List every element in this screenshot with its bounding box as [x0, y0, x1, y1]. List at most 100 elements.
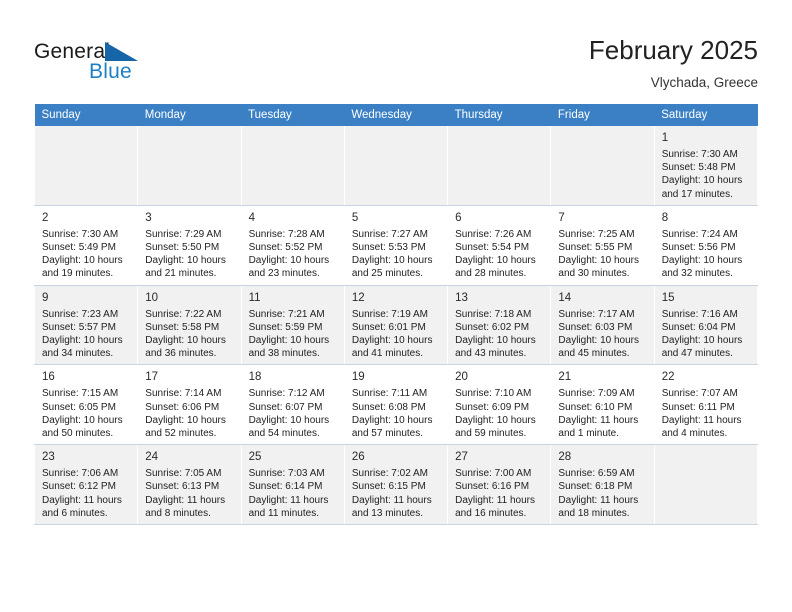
- sunset-text: Sunset: 6:12 PM: [42, 481, 116, 493]
- day-cell-content: [138, 126, 241, 205]
- daylight-text: Daylight: 10 hours and 19 minutes.: [42, 255, 123, 280]
- sunrise-text: Sunrise: 7:21 AM: [248, 308, 325, 320]
- sunrise-text: Sunrise: 7:02 AM: [351, 468, 428, 480]
- day-cell-content: [35, 126, 138, 205]
- weekday-header-monday: Monday: [137, 104, 242, 126]
- sunrise-text: Sunrise: 7:07 AM: [661, 388, 738, 400]
- calendar-day-cell[interactable]: 16 Sunrise: 7:15 AM Sunset: 6:05 PM Dayligh…: [33, 364, 139, 446]
- day-cell-content: 11 Sunrise: 7:21 AM Sunset: 5:59 PM Dayligh…: [241, 285, 344, 365]
- daylight-text: Daylight: 11 hours and 8 minutes.: [145, 494, 226, 519]
- day-number: 1: [661, 132, 669, 144]
- calendar-day-cell[interactable]: 5 Sunrise: 7:27 AM Sunset: 5:53 PM Daylight…: [343, 205, 449, 286]
- sunset-text: Sunset: 6:13 PM: [145, 481, 220, 493]
- day-cell-content: 21 Sunrise: 7:09 AM Sunset: 6:10 PM Dayligh…: [551, 365, 653, 444]
- day-cell-content: 22 Sunrise: 7:07 AM Sunset: 6:11 PM Dayligh…: [655, 365, 757, 444]
- day-cell-content: [448, 126, 551, 205]
- sunrise-text: Sunrise: 7:19 AM: [351, 308, 428, 320]
- sunrise-text: Sunrise: 7:25 AM: [558, 228, 635, 240]
- calendar-day-cell[interactable]: 4 Sunrise: 7:28 AM Sunset: 5:52 PM Daylight…: [240, 205, 345, 286]
- day-number: 26: [351, 451, 365, 464]
- day-number: 10: [145, 291, 159, 304]
- sunset-text: Sunset: 6:10 PM: [558, 401, 633, 413]
- calendar-day-cell[interactable]: 26 Sunrise: 7:02 AM Sunset: 6:15 PM Dayligh…: [343, 444, 449, 526]
- calendar-day-cell[interactable]: 8 Sunrise: 7:24 AM Sunset: 5:56 PM Daylight…: [653, 205, 759, 286]
- calendar-grid: Sunday Monday Tuesday Wednesday Thursday…: [33, 104, 759, 526]
- day-number: 18: [248, 371, 262, 384]
- sunrise-text: Sunrise: 7:16 AM: [661, 308, 738, 320]
- calendar-day-cell[interactable]: 10 Sunrise: 7:22 AM Sunset: 5:58 PM Dayligh…: [137, 285, 242, 366]
- daylight-text: Daylight: 11 hours and 11 minutes.: [248, 494, 329, 519]
- daylight-text: Daylight: 10 hours and 17 minutes.: [661, 175, 743, 200]
- sunrise-text: Sunrise: 7:30 AM: [42, 228, 119, 240]
- calendar-day-cell[interactable]: 25 Sunrise: 7:03 AM Sunset: 6:14 PM Dayligh…: [240, 444, 345, 526]
- weekday-header-thursday: Thursday: [447, 104, 551, 126]
- calendar-day-cell[interactable]: 20 Sunrise: 7:10 AM Sunset: 6:09 PM Dayligh…: [447, 364, 552, 446]
- calendar-day-cell[interactable]: 27 Sunrise: 7:00 AM Sunset: 6:16 PM Dayligh…: [447, 444, 552, 526]
- daylight-text: Daylight: 10 hours and 38 minutes.: [248, 335, 330, 360]
- day-number: 5: [351, 211, 359, 224]
- day-number: 3: [145, 211, 152, 224]
- sunrise-text: Sunrise: 7:26 AM: [455, 228, 532, 240]
- calendar-day-cell[interactable]: 6 Sunrise: 7:26 AM Sunset: 5:54 PM Daylight…: [447, 205, 552, 286]
- day-cell-content: [344, 126, 448, 205]
- calendar-day-cell[interactable]: 9 Sunrise: 7:23 AM Sunset: 5:57 PM Daylight…: [33, 285, 139, 366]
- day-cell-content: [241, 126, 344, 205]
- day-cell-content: 16 Sunrise: 7:15 AM Sunset: 6:05 PM Dayligh…: [35, 365, 137, 444]
- calendar-day-cell[interactable]: 21 Sunrise: 7:09 AM Sunset: 6:10 PM Dayligh…: [550, 364, 655, 446]
- daylight-text: Daylight: 10 hours and 34 minutes.: [42, 335, 123, 360]
- title-block: February 2025 Vlychada, Greece: [589, 34, 758, 93]
- calendar-day-cell[interactable]: 15 Sunrise: 7:16 AM Sunset: 6:04 PM Dayligh…: [653, 285, 759, 366]
- day-cell-content: 18 Sunrise: 7:12 AM Sunset: 6:07 PM Dayligh…: [242, 365, 344, 444]
- calendar-day-cell[interactable]: 2 Sunrise: 7:30 AM Sunset: 5:49 PM Daylight…: [33, 205, 139, 286]
- daylight-text: Daylight: 10 hours and 28 minutes.: [455, 255, 536, 280]
- calendar-day-cell[interactable]: 3 Sunrise: 7:29 AM Sunset: 5:50 PM Daylight…: [137, 205, 242, 286]
- calendar-day-cell[interactable]: 14 Sunrise: 7:17 AM Sunset: 6:03 PM Dayligh…: [550, 285, 655, 366]
- calendar-empty-cell: [137, 126, 242, 206]
- sunset-text: Sunset: 5:50 PM: [145, 242, 220, 254]
- day-number: 23: [42, 451, 55, 464]
- calendar-day-cell[interactable]: 18 Sunrise: 7:12 AM Sunset: 6:07 PM Dayligh…: [240, 364, 345, 446]
- sunrise-text: Sunrise: 7:29 AM: [145, 228, 222, 240]
- sunset-text: Sunset: 5:58 PM: [145, 321, 220, 333]
- calendar-day-cell[interactable]: 23 Sunrise: 7:06 AM Sunset: 6:12 PM Dayligh…: [33, 444, 139, 526]
- day-number: 2: [42, 211, 49, 224]
- calendar-day-cell[interactable]: 19 Sunrise: 7:11 AM Sunset: 6:08 PM Dayligh…: [343, 364, 449, 446]
- day-number: 14: [558, 291, 572, 304]
- day-cell-content: 20 Sunrise: 7:10 AM Sunset: 6:09 PM Dayligh…: [448, 365, 550, 444]
- daylight-text: Daylight: 10 hours and 45 minutes.: [558, 335, 640, 360]
- day-cell-content: 4 Sunrise: 7:28 AM Sunset: 5:52 PM Daylight…: [242, 206, 344, 285]
- weekday-header-saturday: Saturday: [654, 104, 758, 126]
- sunset-text: Sunset: 6:14 PM: [248, 481, 323, 493]
- calendar-week-row: 2 Sunrise: 7:30 AM Sunset: 5:49 PM Daylight…: [33, 205, 759, 286]
- day-cell-content: 5 Sunrise: 7:27 AM Sunset: 5:53 PM Daylight…: [345, 206, 447, 285]
- general-blue-logo[interactable]: General Blue: [34, 40, 154, 86]
- day-number: 21: [558, 371, 572, 384]
- calendar-day-cell[interactable]: 7 Sunrise: 7:25 AM Sunset: 5:55 PM Daylight…: [550, 205, 655, 286]
- calendar-day-cell[interactable]: 13 Sunrise: 7:18 AM Sunset: 6:02 PM Dayligh…: [447, 285, 552, 366]
- day-cell-content: 28 Sunrise: 6:59 AM Sunset: 6:18 PM Dayligh…: [551, 445, 654, 525]
- calendar-day-cell[interactable]: 22 Sunrise: 7:07 AM Sunset: 6:11 PM Dayligh…: [653, 364, 759, 446]
- location-subtitle: Vlychada, Greece: [650, 75, 758, 90]
- calendar-day-cell[interactable]: 28 Sunrise: 6:59 AM Sunset: 6:18 PM Dayligh…: [550, 444, 655, 526]
- calendar-day-cell[interactable]: 17 Sunrise: 7:14 AM Sunset: 6:06 PM Dayligh…: [137, 364, 242, 446]
- sunset-text: Sunset: 5:59 PM: [248, 321, 323, 333]
- sunrise-text: Sunrise: 7:24 AM: [661, 228, 738, 240]
- sunset-text: Sunset: 6:08 PM: [351, 401, 426, 413]
- calendar-empty-cell: [653, 444, 759, 526]
- day-number: 13: [455, 291, 468, 304]
- calendar-day-cell[interactable]: 1 Sunrise: 7:30 AM Sunset: 5:48 PM Daylight…: [653, 126, 759, 206]
- day-number: 4: [248, 211, 255, 224]
- sunrise-text: Sunrise: 7:22 AM: [145, 308, 222, 320]
- sunset-text: Sunset: 6:07 PM: [248, 401, 323, 413]
- sunrise-text: Sunrise: 7:06 AM: [42, 468, 119, 480]
- calendar-day-cell[interactable]: 24 Sunrise: 7:05 AM Sunset: 6:13 PM Dayligh…: [137, 444, 242, 526]
- weekday-header-friday: Friday: [550, 104, 655, 126]
- day-cell-content: 10 Sunrise: 7:22 AM Sunset: 5:58 PM Dayligh…: [138, 285, 241, 365]
- calendar-header-row: Sunday Monday Tuesday Wednesday Thursday…: [34, 104, 758, 126]
- calendar-day-cell[interactable]: 12 Sunrise: 7:19 AM Sunset: 6:01 PM Dayligh…: [343, 285, 449, 366]
- calendar-week-row: 9 Sunrise: 7:23 AM Sunset: 5:57 PM Daylight…: [33, 285, 759, 366]
- sunrise-text: Sunrise: 7:12 AM: [248, 388, 325, 400]
- sunset-text: Sunset: 6:15 PM: [351, 481, 426, 493]
- calendar-day-cell[interactable]: 11 Sunrise: 7:21 AM Sunset: 5:59 PM Dayligh…: [240, 285, 345, 366]
- day-number: 19: [351, 371, 365, 384]
